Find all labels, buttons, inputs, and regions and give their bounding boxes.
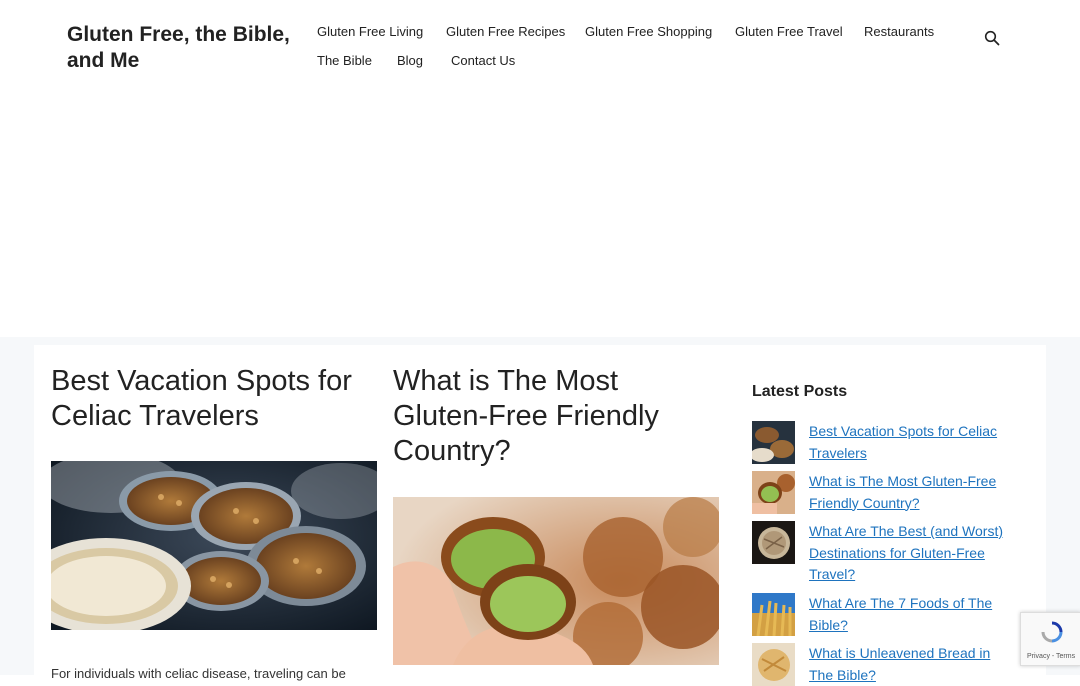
sidebar-thumb[interactable] <box>752 471 795 514</box>
sidebar-post-link[interactable]: Best Vacation Spots for Celiac Travelers <box>809 421 1014 464</box>
nav-item-contact-us[interactable]: Contact Us <box>451 53 515 68</box>
sidebar-thumb[interactable] <box>752 421 795 464</box>
post-image-pies[interactable] <box>51 461 377 630</box>
latest-posts-title: Latest Posts <box>752 383 848 400</box>
sidebar-post-link[interactable]: What is Unleavened Bread in The Bible? <box>809 643 1014 686</box>
post-image-falafel[interactable] <box>393 497 719 665</box>
search-icon[interactable] <box>984 30 1000 46</box>
recaptcha-icon <box>1041 621 1063 643</box>
nav-item-gluten-free-travel[interactable]: Gluten Free Travel <box>735 24 843 39</box>
site-title[interactable]: Gluten Free, the Bible, and Me <box>67 22 307 74</box>
sidebar-post-link[interactable]: What Are The Best (and Worst) Destinatio… <box>809 521 1014 586</box>
recaptcha-links[interactable]: Privacy - Terms <box>1027 653 1075 660</box>
post-card: Best Vacation Spots for Celiac Travelers <box>51 364 377 434</box>
nav-item-gluten-free-shopping[interactable]: Gluten Free Shopping <box>585 24 712 39</box>
nav-item-gluten-free-recipes[interactable]: Gluten Free Recipes <box>446 24 565 39</box>
nav-item-the-bible[interactable]: The Bible <box>317 53 372 68</box>
sidebar-post-link[interactable]: What is The Most Gluten-Free Friendly Co… <box>809 471 1014 514</box>
recaptcha-badge[interactable]: Privacy - Terms <box>1020 612 1080 666</box>
sidebar-thumb[interactable] <box>752 593 795 636</box>
sidebar-thumb[interactable] <box>752 643 795 686</box>
post-card: What is The Most Gluten-Free Friendly Co… <box>393 364 719 469</box>
nav-item-blog[interactable]: Blog <box>397 53 423 68</box>
nav-item-restaurants[interactable]: Restaurants <box>864 24 934 39</box>
post-excerpt: For individuals with celiac disease, tra… <box>51 666 346 681</box>
sidebar-thumb[interactable] <box>752 521 795 564</box>
sidebar-post-link[interactable]: What Are The 7 Foods of The Bible? <box>809 593 1014 636</box>
post-title[interactable]: Best Vacation Spots for Celiac Travelers <box>51 364 377 434</box>
site-header: Gluten Free, the Bible, and Me Gluten Fr… <box>0 0 1080 337</box>
nav-item-gluten-free-living[interactable]: Gluten Free Living <box>317 24 423 39</box>
post-title[interactable]: What is The Most Gluten-Free Friendly Co… <box>393 364 719 469</box>
